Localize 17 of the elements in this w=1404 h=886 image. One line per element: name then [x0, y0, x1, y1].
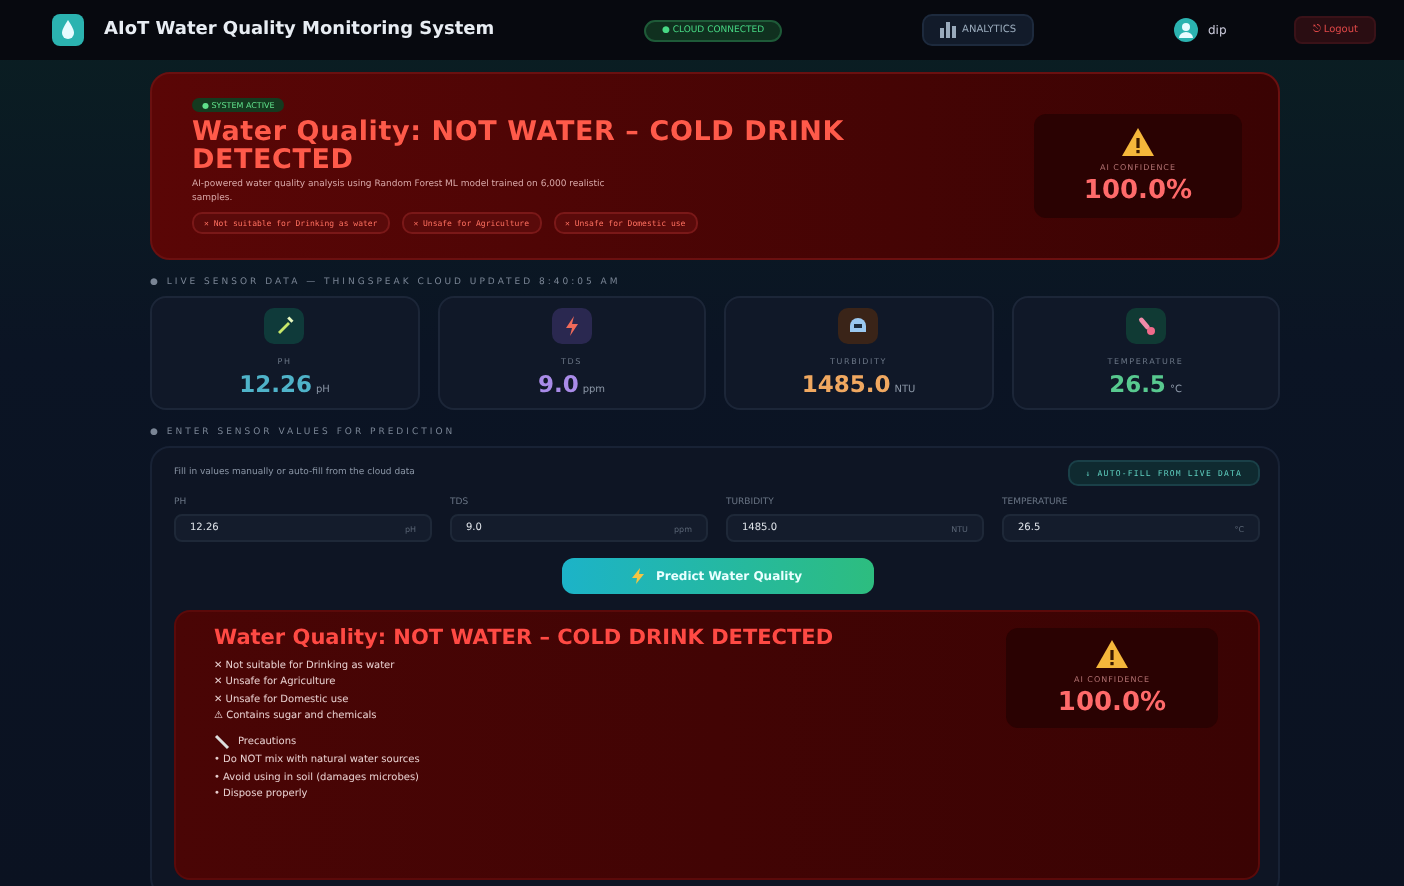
bar-chart-icon [940, 22, 957, 38]
lightning-icon [631, 568, 644, 584]
helmet-icon [846, 314, 871, 338]
sensor-value: 12.26 [239, 370, 312, 398]
result-title: Water Quality: NOT WATER – COLD DRINK DETECTED [214, 628, 836, 651]
confidence-value: 100.0% [1057, 688, 1167, 718]
confidence-value: 100.0% [1083, 176, 1193, 206]
warning-icon [1094, 638, 1130, 670]
droplet-icon [52, 14, 84, 46]
thermometer-icon [1133, 314, 1158, 338]
alert-title: Water Quality: NOT WATER – COLD DRINK DETECTED [192, 118, 847, 175]
warning-icon [1120, 126, 1156, 158]
sensor-value: 26.5 [1109, 370, 1166, 398]
app-title: AIoT Water Quality Monitoring System [104, 20, 497, 40]
sensor-value: 9.0 [537, 370, 579, 398]
avatar-icon [1174, 18, 1198, 42]
sensor-value: 1485.0 [801, 370, 891, 398]
